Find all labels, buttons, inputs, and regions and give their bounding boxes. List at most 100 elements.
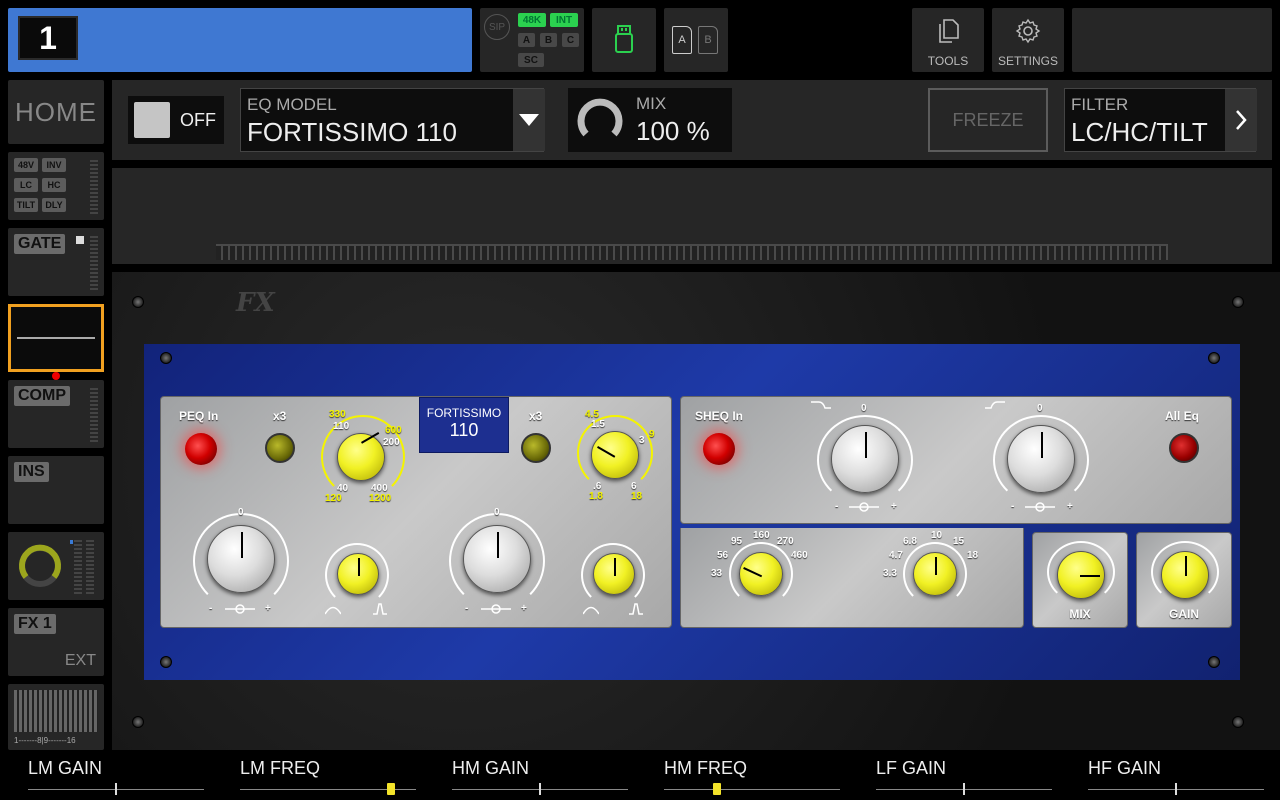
tilt-tag: TILT xyxy=(14,198,38,212)
param-slider-track[interactable] xyxy=(876,783,1052,795)
knob-pointer xyxy=(358,558,360,576)
param-slider-track[interactable] xyxy=(664,783,840,795)
tools-label: TOOLS xyxy=(927,54,969,68)
input-module-button[interactable]: 48V INV LC HC TILT DLY xyxy=(8,152,104,220)
dropdown-toggle[interactable] xyxy=(513,89,545,151)
input-a-badge: A xyxy=(518,33,535,47)
output-gain-knob[interactable] xyxy=(1161,551,1209,599)
filter-selector[interactable]: FILTER LC/HC/TILT xyxy=(1064,88,1257,152)
plugin-mix-knob[interactable] xyxy=(1057,551,1105,599)
mix-control[interactable]: MIX 100 % xyxy=(568,88,732,152)
param-slider-track[interactable] xyxy=(240,783,416,795)
hm-x3-label: x3 xyxy=(529,409,543,423)
lm-freq-knob[interactable] xyxy=(337,432,385,481)
eq-power-button[interactable]: OFF xyxy=(128,96,224,144)
home-button[interactable]: HOME xyxy=(8,80,104,144)
filter-label: FILTER xyxy=(1071,95,1129,114)
hf-gain-knob[interactable] xyxy=(1007,425,1075,493)
param-control[interactable]: LM FREQ xyxy=(240,758,416,795)
hf-freq-4.7: 4.7 xyxy=(889,550,903,561)
rack-screw xyxy=(1232,296,1244,308)
hf-freq-3.3: 3.3 xyxy=(883,568,897,579)
param-label: HM FREQ xyxy=(664,758,747,778)
knob-pointer xyxy=(1080,575,1100,577)
all-eq-switch[interactable] xyxy=(1169,433,1199,463)
usb-button[interactable] xyxy=(592,8,656,72)
narrow-q-icon xyxy=(629,603,643,615)
insert-module-button[interactable]: INS xyxy=(8,456,104,524)
knob-pointer xyxy=(614,558,616,576)
param-center-tick[interactable] xyxy=(115,783,117,795)
channel-number: 1 xyxy=(18,16,78,60)
lf-freq-270: 270 xyxy=(777,536,794,547)
comp-module-button[interactable]: COMP xyxy=(8,380,104,448)
model-name-line1: FORTISSIMO xyxy=(426,406,502,420)
lf-gain-knob[interactable] xyxy=(831,425,899,493)
hm-q-knob[interactable] xyxy=(593,553,635,595)
knob-pointer xyxy=(497,532,499,558)
param-slider-track[interactable] xyxy=(1088,783,1264,795)
param-center-tick[interactable] xyxy=(1175,783,1177,795)
hm-gain-knob[interactable] xyxy=(463,525,531,593)
sheq-freq-section: 95 160 270 56 460 33 6.8 10 15 4.7 18 3.… xyxy=(680,528,1024,628)
param-slider-thumb[interactable] xyxy=(387,783,396,795)
power-toggle-icon xyxy=(134,102,170,138)
mix-dial-icon xyxy=(577,98,623,137)
param-control[interactable]: HM FREQ xyxy=(664,758,840,795)
gate-module-button[interactable]: GATE xyxy=(8,228,104,296)
bus-sends-button[interactable]: 1-------8|9-------16 xyxy=(8,684,104,750)
param-control[interactable]: HF GAIN xyxy=(1088,758,1264,795)
eq-model-dropdown[interactable]: EQ MODEL FORTISSIMO 110 xyxy=(240,88,545,152)
eq-curve-display[interactable] xyxy=(112,168,1272,264)
card-a-icon: A xyxy=(672,26,692,54)
param-slider-track[interactable] xyxy=(452,783,628,795)
knob-pointer xyxy=(1185,556,1187,576)
snapshot-ab-button[interactable]: A B xyxy=(664,8,728,72)
param-slider-thumb[interactable] xyxy=(712,783,721,795)
rack-screw xyxy=(132,296,144,308)
hm-x3-switch[interactable] xyxy=(521,433,551,463)
peq-in-switch[interactable] xyxy=(185,433,217,465)
param-center-tick[interactable] xyxy=(539,783,541,795)
hf-freq-18: 18 xyxy=(967,550,979,561)
sheq-in-switch[interactable] xyxy=(703,433,735,465)
plugin-rack: FX PEQ In x3 330 110 600 200 40 400 120 … xyxy=(112,272,1280,750)
channel-selector[interactable]: 1 xyxy=(8,8,472,72)
param-control[interactable]: LF GAIN xyxy=(876,758,1052,795)
sheq-in-label: SHEQ In xyxy=(695,409,744,423)
lm-gain-knob[interactable] xyxy=(207,525,275,593)
lf-freq-knob[interactable] xyxy=(739,552,783,596)
io-status-panel[interactable]: SIP 48K INT A B C SC xyxy=(480,8,584,72)
param-center-tick[interactable] xyxy=(963,783,965,795)
param-label: HM GAIN xyxy=(452,758,530,778)
gain-symbol-icon xyxy=(481,604,511,614)
dynamics-meter-button[interactable] xyxy=(8,532,104,600)
fx-send-button[interactable]: FX 1 EXT xyxy=(8,608,104,676)
lm-q-knob[interactable] xyxy=(337,553,379,595)
filter-next[interactable] xyxy=(1225,89,1257,151)
param-label: LM GAIN xyxy=(28,758,103,778)
frequency-ruler xyxy=(216,244,1168,260)
hm-scale-3: 3 xyxy=(639,435,645,446)
lm-scale-1200: 1200 xyxy=(369,493,392,504)
param-control[interactable]: HM GAIN xyxy=(452,758,628,795)
settings-button[interactable]: SETTINGS xyxy=(992,8,1064,72)
sip-indicator: SIP xyxy=(484,14,510,40)
lf-freq-33: 33 xyxy=(711,568,723,579)
hm-scale-18: 18 xyxy=(631,491,643,502)
hm-freq-knob[interactable] xyxy=(591,431,639,479)
gain-knob-section: GAIN xyxy=(1136,532,1232,628)
model-name-badge: FORTISSIMO 110 xyxy=(419,397,509,453)
chevron-down-icon xyxy=(519,114,539,126)
blank-toolbar-slot[interactable] xyxy=(1072,8,1272,72)
knob-pointer xyxy=(935,557,937,575)
hf-freq-knob[interactable] xyxy=(913,552,957,596)
tools-button[interactable]: TOOLS xyxy=(912,8,984,72)
param-slider-track[interactable] xyxy=(28,783,204,795)
eq-module-button-selected[interactable] xyxy=(8,304,104,372)
freeze-button[interactable]: FREEZE xyxy=(928,88,1048,152)
param-control[interactable]: LM GAIN xyxy=(28,758,204,795)
lm-x3-switch[interactable] xyxy=(265,433,295,463)
parameter-strip: LM GAIN LM FREQ HM GAIN HM FREQ LF GAIN HF GA… xyxy=(0,752,1280,800)
output-meter-right xyxy=(86,540,94,594)
